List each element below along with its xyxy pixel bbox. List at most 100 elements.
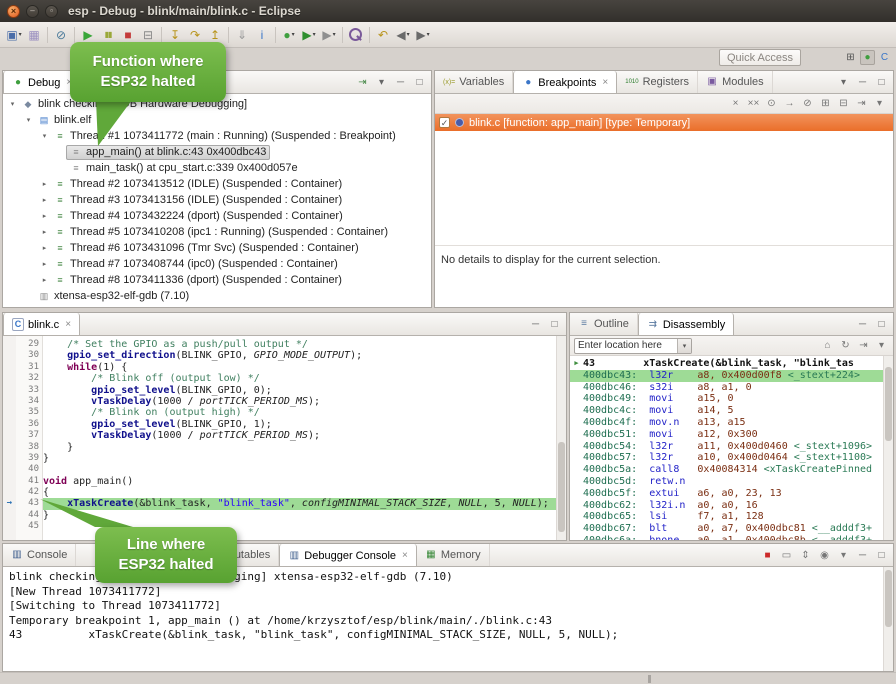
code-line[interactable]: 38 }: [3, 442, 556, 453]
disassembly-line[interactable]: ▶43 xTaskCreate(&blink_task, "blink_tas: [570, 358, 883, 370]
status-splitter[interactable]: [648, 675, 651, 683]
skip-all-breakpoints-icon[interactable]: ⊘: [800, 96, 815, 111]
debug-tree-item[interactable]: ▸≡Thread #3 1073413156 (IDLE) (Suspended…: [3, 192, 431, 208]
scroll-lock-icon[interactable]: ⇕: [798, 548, 813, 563]
run-icon[interactable]: ▶▾: [299, 25, 319, 45]
debug-tree-item[interactable]: ▸≡Thread #5 1073410208 (ipc1 : Running) …: [3, 224, 431, 240]
tab-blink-c[interactable]: Cblink.c×: [3, 313, 80, 336]
collapse-all-icon[interactable]: ⊟: [836, 96, 851, 111]
minimize-icon[interactable]: ─: [528, 317, 543, 332]
editor-scrollbar[interactable]: [556, 336, 566, 540]
save-icon[interactable]: ▦: [24, 25, 44, 45]
tab-memory[interactable]: ▦Memory: [417, 544, 490, 566]
pin-console-icon[interactable]: ◉: [817, 548, 832, 563]
debug-tree-item[interactable]: ▸≡Thread #7 1073408744 (ipc0) (Suspended…: [3, 256, 431, 272]
minimize-icon[interactable]: ─: [393, 75, 408, 90]
debug-perspective-button[interactable]: ●: [860, 50, 875, 65]
tab-variables[interactable]: (x)=Variables: [435, 71, 513, 93]
code-line[interactable]: 33 gpio_set_level(BLINK_GPIO, 0);: [3, 385, 556, 396]
view-menu-icon[interactable]: ▾: [374, 75, 389, 90]
expand-all-icon[interactable]: ⊞: [818, 96, 833, 111]
drop-to-frame-icon[interactable]: ⇓: [232, 25, 252, 45]
tab-console[interactable]: ▥Console: [3, 544, 76, 566]
debug-tree-item[interactable]: ▸≡Thread #8 1073411336 (dport) (Suspende…: [3, 272, 431, 288]
console-clear-icon[interactable]: ▭: [779, 548, 794, 563]
close-tab-icon[interactable]: ×: [402, 550, 408, 561]
expand-arrow-icon[interactable]: ▸: [39, 260, 50, 268]
refresh-icon[interactable]: ↻: [838, 338, 853, 353]
back-icon[interactable]: ◀▾: [393, 25, 413, 45]
window-minimize-button[interactable]: –: [26, 5, 39, 18]
expand-arrow-icon[interactable]: ▾: [23, 116, 34, 124]
disassembly-line[interactable]: 400dbc4c: movi a14, 5: [570, 405, 883, 417]
breakpoint-checkbox[interactable]: ✓: [439, 117, 450, 128]
remove-all-breakpoints-icon[interactable]: ××: [746, 96, 761, 111]
expand-arrow-icon[interactable]: ▾: [7, 100, 18, 108]
cpp-perspective-button[interactable]: C: [877, 50, 892, 65]
combo-dropdown-icon[interactable]: ▾: [677, 339, 691, 353]
maximize-icon[interactable]: □: [547, 317, 562, 332]
disassembly-line[interactable]: 400dbc51: movi a12, 0x300: [570, 429, 883, 441]
expand-arrow-icon[interactable]: ▸: [39, 212, 50, 220]
remove-breakpoint-icon[interactable]: ×: [728, 96, 743, 111]
console-terminate-icon[interactable]: ■: [760, 548, 775, 563]
tab-registers[interactable]: 1010Registers: [617, 71, 698, 93]
breakpoints-menu-icon[interactable]: ▾: [872, 96, 887, 111]
code-line[interactable]: 29 /* Set the GPIO as a push/pull output…: [3, 339, 556, 350]
debug-tree-item[interactable]: ▸≡Thread #6 1073431096 (Tmr Svc) (Suspen…: [3, 240, 431, 256]
debug-tree-item[interactable]: ▾≡Thread #1 1073411772 (main : Running) …: [3, 128, 431, 144]
close-tab-icon[interactable]: ×: [602, 77, 608, 88]
link-with-debug-icon[interactable]: ⇥: [355, 75, 370, 90]
skip-all-breakpoints-icon[interactable]: ⊘: [51, 25, 71, 45]
maximize-icon[interactable]: □: [412, 75, 427, 90]
breakpoint-item[interactable]: ✓ blink.c [function: app_main] [type: Te…: [435, 114, 893, 131]
location-combo[interactable]: Enter location here ▾: [574, 338, 692, 354]
disassembly-line[interactable]: 400dbc5a: call8 0x40084314 <xTaskCreateP…: [570, 464, 883, 476]
code-line[interactable]: 37 vTaskDelay(1000 / portTICK_PERIOD_MS)…: [3, 430, 556, 441]
new-wizard-icon[interactable]: ▣▾: [4, 25, 24, 45]
minimize-icon[interactable]: ─: [855, 317, 870, 332]
instruction-stepping-icon[interactable]: i: [252, 25, 272, 45]
disassembly-line[interactable]: 400dbc5f: extui a6, a0, 23, 13: [570, 488, 883, 500]
close-tab-icon[interactable]: ×: [65, 319, 71, 330]
editor-scrollbar-thumb[interactable]: [558, 442, 565, 532]
maximize-icon[interactable]: □: [874, 548, 889, 563]
disassembly-scrollbar[interactable]: [883, 356, 893, 540]
sync-with-stack-icon[interactable]: ⇥: [856, 338, 871, 353]
external-tools-icon[interactable]: ▶▾: [319, 25, 339, 45]
disassembly-line[interactable]: 400dbc57: l32r a10, 0x400d0464 <_stext+1…: [570, 452, 883, 464]
forward-icon[interactable]: ▶▾: [413, 25, 433, 45]
go-to-file-icon[interactable]: →: [782, 96, 797, 111]
code-line[interactable]: 34 vTaskDelay(1000 / portTICK_PERIOD_MS)…: [3, 396, 556, 407]
debug-icon[interactable]: ●▾: [279, 25, 299, 45]
code-line[interactable]: 40: [3, 464, 556, 475]
disassembly-line[interactable]: 400dbc4f: mov.n a13, a15: [570, 417, 883, 429]
disassembly-content[interactable]: ▶43 xTaskCreate(&blink_task, "blink_tas 4…: [570, 356, 883, 540]
debug-tree-item[interactable]: ≡main_task() at cpu_start.c:339 0x400d05…: [3, 160, 431, 176]
maximize-icon[interactable]: □: [874, 75, 889, 90]
code-line[interactable]: 36 gpio_set_level(BLINK_GPIO, 1);: [3, 419, 556, 430]
minimize-icon[interactable]: ─: [855, 75, 870, 90]
debug-tree-item[interactable]: ▾▤blink.elf: [3, 112, 431, 128]
disasm-menu-icon[interactable]: ▾: [874, 338, 889, 353]
code-line[interactable]: 39}: [3, 453, 556, 464]
search-icon[interactable]: [346, 25, 366, 45]
minimize-icon[interactable]: ─: [855, 548, 870, 563]
debug-tree-item[interactable]: ▥xtensa-esp32-elf-gdb (7.10): [3, 288, 431, 304]
last-edit-location-icon[interactable]: ↶: [373, 25, 393, 45]
debug-tree-item[interactable]: ≡app_main() at blink.c:43 0x400dbc43: [3, 144, 431, 160]
disassembly-line[interactable]: 400dbc6a: bnone a0, a1, 0x400dbc8b <__ad…: [570, 535, 883, 540]
debug-tree-item[interactable]: ▸≡Thread #4 1073432224 (dport) (Suspende…: [3, 208, 431, 224]
disassembly-line[interactable]: 400dbc46: s32i a8, a1, 0: [570, 382, 883, 394]
expand-arrow-icon[interactable]: ▸: [39, 196, 50, 204]
tab-outline[interactable]: ≡Outline: [570, 313, 638, 335]
code-line[interactable]: 35 /* Blink on (output high) */: [3, 407, 556, 418]
disassembly-line[interactable]: 400dbc62: l32i.n a0, a0, 16: [570, 500, 883, 512]
disassembly-line[interactable]: 400dbc49: movi a15, 0: [570, 393, 883, 405]
tab-debugger-console[interactable]: ▥Debugger Console×: [279, 544, 417, 567]
window-maximize-button[interactable]: ▫: [45, 5, 58, 18]
expand-arrow-icon[interactable]: ▸: [39, 228, 50, 236]
console-scrollbar[interactable]: [883, 567, 893, 671]
quick-access-button[interactable]: Quick Access: [719, 49, 801, 66]
open-console-icon[interactable]: ▾: [836, 548, 851, 563]
